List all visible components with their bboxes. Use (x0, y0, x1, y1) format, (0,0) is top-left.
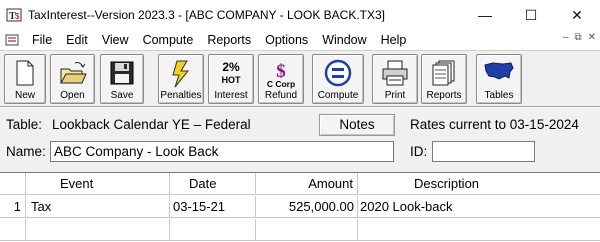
cell-date[interactable]: 03-15-21 (170, 196, 256, 218)
reports-label: Reports (426, 90, 462, 101)
table-label: Table: (6, 117, 43, 132)
refund-button[interactable]: $ C Corp Refund (258, 54, 304, 104)
notes-button[interactable]: Notes (319, 114, 395, 136)
table-row[interactable] (0, 219, 600, 241)
grid-header-row: Event Date Amount Description (0, 173, 600, 195)
printer-icon (382, 60, 408, 86)
row-number: 1 (0, 196, 26, 218)
maximize-button[interactable]: ☐ (508, 0, 554, 30)
interest-label: Interest (214, 90, 248, 101)
menu-help[interactable]: Help (374, 33, 414, 47)
refund-badge-mid: C Corp (267, 79, 295, 89)
name-label: Name: (6, 144, 46, 159)
id-field[interactable] (432, 141, 535, 162)
grid-header-amount[interactable]: Amount (256, 173, 358, 195)
open-button[interactable]: Open (50, 54, 95, 104)
menu-compute[interactable]: Compute (136, 33, 201, 47)
grid-header-event[interactable]: Event (26, 173, 170, 195)
cell-amount[interactable]: 525,000.00 (256, 196, 358, 218)
menu-edit[interactable]: Edit (59, 33, 95, 47)
interest-button[interactable]: 2% HOT Interest (208, 54, 254, 104)
mdi-close-icon[interactable]: ✕ (588, 32, 596, 43)
table-name-value[interactable]: Lookback Calendar YE – Federal Underpaym… (52, 117, 252, 133)
header-form: Table: Lookback Calendar YE – Federal Un… (0, 108, 600, 172)
cell-event[interactable]: Tax (26, 196, 170, 218)
toolbar: New Open Save Penalties 2% HOT Interest (0, 50, 600, 107)
save-button[interactable]: Save (100, 54, 144, 104)
menu-reports[interactable]: Reports (200, 33, 258, 47)
tables-label: Tables (484, 90, 514, 101)
us-map-icon (484, 62, 514, 80)
menu-file[interactable]: File (25, 33, 59, 47)
name-field[interactable]: ABC Company - Look Back (50, 141, 394, 162)
close-icon: ✕ (571, 6, 583, 23)
reports-icon (432, 60, 455, 86)
mdi-restore-icon[interactable]: ⧉ (574, 32, 581, 43)
app-icon: T $ (6, 6, 24, 24)
compute-label: Compute (317, 90, 359, 101)
cell-event[interactable] (26, 219, 170, 241)
new-button[interactable]: New (4, 54, 46, 104)
cell-date[interactable] (170, 219, 256, 241)
grid-header-description[interactable]: Description (358, 173, 600, 195)
refund-label: Refund (264, 90, 298, 101)
save-label: Save (110, 90, 134, 101)
cell-description[interactable] (358, 219, 600, 241)
compute-button[interactable]: Compute (312, 54, 364, 104)
menu-bar: File Edit View Compute Reports Options W… (0, 30, 600, 50)
hot-interest-badge-mid: HOT (222, 75, 242, 85)
window-title: TaxInterest--Version 2023.3 - [ABC COMPA… (28, 8, 386, 22)
open-label: Open (60, 90, 85, 101)
minimize-button[interactable]: — (462, 0, 508, 30)
cell-description[interactable]: 2020 Look-back (358, 196, 600, 218)
lightning-icon (172, 60, 190, 88)
penalties-button[interactable]: Penalties (158, 54, 204, 104)
rates-current-text: Rates current to 03-15-2024 (410, 117, 579, 132)
print-label: Print (384, 90, 406, 101)
open-folder-icon (59, 62, 87, 84)
penalties-label: Penalties (160, 90, 202, 101)
new-label: New (14, 90, 35, 101)
close-button[interactable]: ✕ (554, 0, 600, 30)
c-corp-refund-icon: $ C Corp (267, 61, 295, 89)
grid-header-rownum (0, 173, 26, 195)
menu-window[interactable]: Window (315, 33, 373, 47)
minimize-icon: — (478, 7, 492, 23)
new-document-icon (16, 60, 34, 86)
hot-interest-badge-top: 2% (222, 60, 240, 74)
mdi-minimize-icon[interactable]: – (563, 32, 569, 43)
reports-button[interactable]: Reports (421, 54, 467, 104)
events-grid: Event Date Amount Description 1 Tax 03-1… (0, 172, 600, 242)
menu-options[interactable]: Options (258, 33, 315, 47)
floppy-disk-icon (110, 61, 134, 85)
hot-interest-icon: 2% HOT (222, 60, 242, 85)
maximize-icon: ☐ (524, 6, 538, 23)
id-label: ID: (410, 144, 428, 159)
cell-amount[interactable] (256, 219, 358, 241)
document-system-icon[interactable] (5, 33, 21, 47)
svg-text:$: $ (15, 12, 20, 21)
grid-header-date[interactable]: Date (170, 173, 256, 195)
print-button[interactable]: Print (372, 54, 418, 104)
title-bar: T $ TaxInterest--Version 2023.3 - [ABC C… (0, 0, 600, 30)
row-number (0, 219, 26, 241)
table-row[interactable]: 1 Tax 03-15-21 525,000.00 2020 Look-back (0, 196, 600, 218)
menu-view[interactable]: View (95, 33, 136, 47)
tables-button[interactable]: Tables (476, 54, 522, 104)
compute-equals-icon (324, 59, 352, 87)
